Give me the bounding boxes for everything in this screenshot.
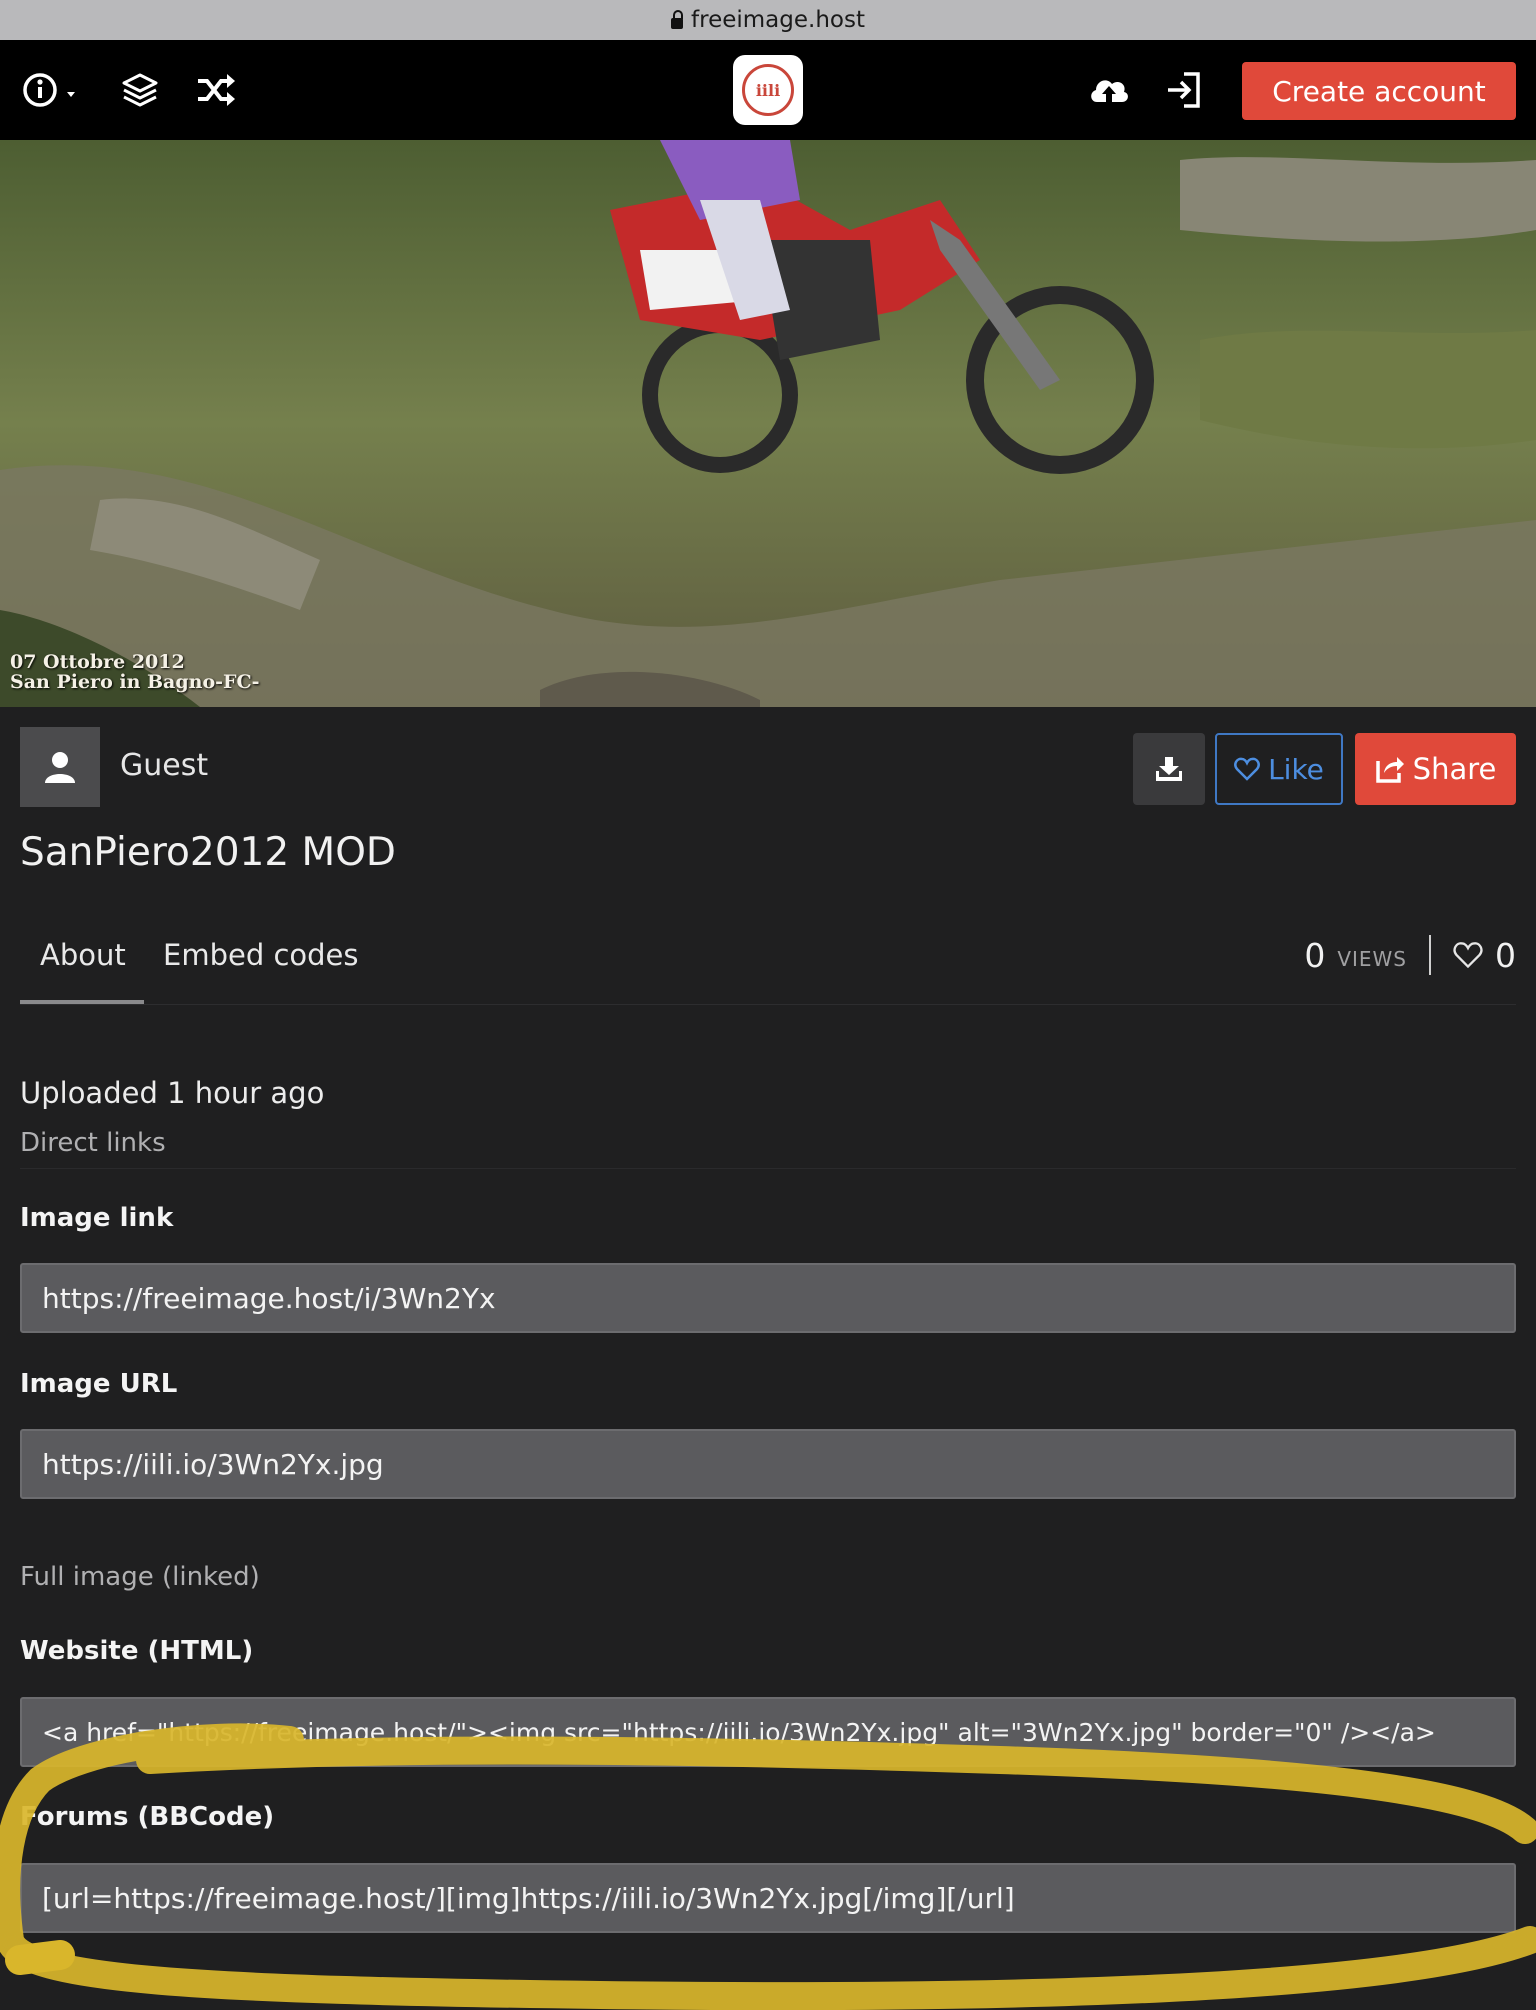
site-logo[interactable]: iili <box>733 55 803 125</box>
shuffle-icon <box>198 74 235 106</box>
top-navbar: iili Create account <box>0 40 1536 140</box>
layers-icon <box>122 73 158 107</box>
like-label: Like <box>1268 752 1324 786</box>
photo-caption-date: 07 Ottobre 2012 <box>10 651 185 673</box>
share-button[interactable]: Share <box>1355 733 1516 805</box>
image-link-label: Image link <box>20 1203 174 1233</box>
divider <box>20 1168 1516 1169</box>
stats-divider <box>1429 935 1431 975</box>
image-stats: 0 VIEWS 0 <box>1304 930 1516 980</box>
upload-time: Uploaded 1 hour ago <box>20 1076 325 1110</box>
albums-button[interactable] <box>116 66 164 114</box>
share-label: Share <box>1412 752 1497 786</box>
sign-in-button[interactable] <box>1160 66 1208 114</box>
download-icon <box>1156 757 1182 781</box>
full-image-heading: Full image (linked) <box>20 1562 260 1592</box>
photo-caption-place: San Piero in Bagno-FC- <box>10 671 260 693</box>
user-icon <box>45 752 75 783</box>
views-label: VIEWS <box>1337 947 1407 971</box>
like-button[interactable]: Like <box>1215 733 1343 805</box>
active-tab-indicator <box>20 1000 144 1004</box>
image-url-field[interactable]: https://iili.io/3Wn2Yx.jpg <box>20 1429 1516 1499</box>
sign-in-icon <box>1168 72 1200 108</box>
tab-embed-codes[interactable]: Embed codes <box>163 938 359 972</box>
share-icon <box>1375 757 1404 783</box>
upload-button[interactable] <box>1084 66 1134 114</box>
browser-url-bar[interactable]: freeimage.host <box>0 0 1536 40</box>
image-title: SanPiero2012 MOD <box>20 830 396 875</box>
info-menu-button[interactable] <box>18 66 84 114</box>
heart-icon <box>1234 757 1260 781</box>
photo <box>0 140 1536 707</box>
lock-icon <box>671 9 684 29</box>
views-count: 0 <box>1304 935 1326 975</box>
html-code-label: Website (HTML) <box>20 1636 254 1666</box>
author-name[interactable]: Guest <box>120 748 208 783</box>
download-button[interactable] <box>1133 733 1205 805</box>
url-text: freeimage.host <box>691 7 865 33</box>
image-viewer[interactable]: 07 Ottobre 2012 San Piero in Bagno-FC- <box>0 140 1536 707</box>
create-account-button[interactable]: Create account <box>1242 62 1516 120</box>
image-url-label: Image URL <box>20 1369 178 1399</box>
logo-mark: iili <box>742 64 794 116</box>
avatar[interactable] <box>20 727 100 807</box>
content-tabs: About Embed codes 0 VIEWS 0 <box>20 920 1516 1005</box>
photo-caption: 07 Ottobre 2012 San Piero in Bagno-FC- <box>10 652 260 692</box>
likes-count: 0 <box>1495 935 1516 975</box>
heart-outline-icon <box>1453 942 1483 969</box>
direct-links-heading: Direct links <box>20 1128 166 1158</box>
tab-about[interactable]: About <box>40 938 126 972</box>
html-code-field[interactable]: <a href="https://freeimage.host/"><img s… <box>20 1697 1516 1767</box>
info-icon <box>23 73 75 107</box>
bbcode-label: Forums (BBCode) <box>20 1802 275 1832</box>
image-link-field[interactable]: https://freeimage.host/i/3Wn2Yx <box>20 1263 1516 1333</box>
random-button[interactable] <box>192 66 240 114</box>
cloud-upload-icon <box>1091 80 1128 102</box>
bbcode-field[interactable]: [url=https://freeimage.host/][img]https:… <box>20 1863 1516 1933</box>
